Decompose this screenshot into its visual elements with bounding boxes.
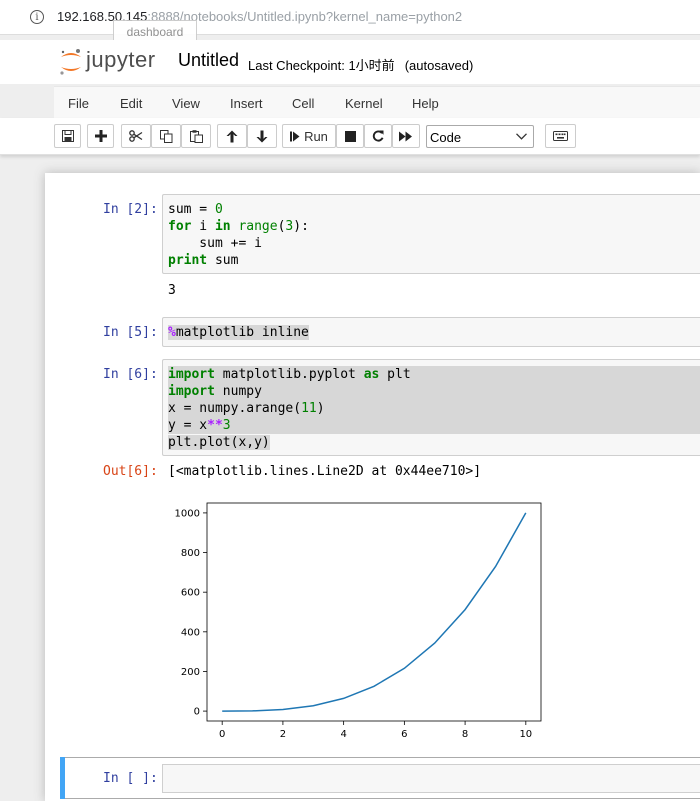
cell-3-out-prompt: Out[6]:	[103, 464, 158, 479]
code-keyword: as	[363, 367, 380, 382]
code-token: y = x	[168, 418, 208, 433]
code-token: plt	[379, 367, 411, 382]
autosave-status: (autosaved)	[404, 58, 474, 73]
cell-3-prompt: In [6]:	[103, 367, 158, 382]
fast-forward-icon	[399, 131, 412, 141]
menu-insert[interactable]: Insert	[230, 96, 263, 111]
restart-kernel-button[interactable]	[364, 124, 392, 148]
y-tick-label: 1000	[175, 508, 200, 519]
y-tick-label: 200	[181, 667, 200, 678]
code-token: i	[191, 219, 215, 234]
last-checkpoint: Last Checkpoint: 1小时前	[248, 58, 395, 73]
cell-2-code[interactable]: %matplotlib inline	[168, 324, 309, 341]
code-keyword: print	[168, 253, 208, 268]
move-up-button[interactable]	[217, 124, 247, 148]
code-token: x = numpy.arange(	[168, 401, 302, 416]
cell-4-selected-indicator	[60, 757, 65, 799]
interrupt-button[interactable]	[336, 124, 364, 148]
x-tick-label: 8	[462, 729, 468, 740]
y-tick-label: 400	[181, 627, 200, 638]
menu-cell[interactable]: Cell	[292, 96, 314, 111]
code-token: )	[316, 401, 325, 416]
menu-kernel[interactable]: Kernel	[345, 96, 383, 111]
cell-type-value: Code	[430, 130, 462, 145]
x-tick-label: 2	[280, 729, 286, 740]
code-operator: **	[207, 418, 223, 433]
cell-1-code[interactable]: sum = 0 for i in range(3): sum += i prin…	[168, 201, 309, 269]
stop-icon	[344, 130, 356, 142]
step-forward-icon	[290, 131, 300, 141]
keyboard-icon	[553, 131, 568, 141]
save-icon	[61, 130, 74, 142]
code-token: ):	[293, 219, 309, 234]
notebook-name[interactable]: Untitled	[178, 50, 239, 71]
paste-icon	[189, 129, 203, 143]
move-down-button[interactable]	[247, 124, 277, 148]
command-palette-button[interactable]	[545, 124, 576, 148]
chevron-down-icon	[516, 133, 527, 140]
code-token: sum += i	[168, 236, 262, 251]
menu-view[interactable]: View	[172, 96, 200, 111]
menu-file[interactable]: File	[68, 96, 89, 111]
y-tick-label: 0	[194, 707, 200, 718]
code-token: numpy	[214, 384, 262, 399]
x-tick-label: 10	[519, 729, 532, 740]
cell-3-output: [<matplotlib.lines.Line2D at 0x44ee710>]	[168, 464, 482, 479]
restart-icon	[372, 130, 384, 142]
paste-button[interactable]	[181, 124, 211, 148]
code-number: 11	[301, 401, 317, 416]
checkpoint-status: Last Checkpoint: 1小时前 (autosaved)	[248, 55, 473, 74]
code-magic: %	[168, 325, 176, 340]
x-tick-label: 4	[340, 729, 346, 740]
code-keyword: in	[214, 219, 231, 234]
code-keyword: import	[168, 384, 215, 399]
run-button[interactable]: Run	[282, 124, 336, 148]
cut-button[interactable]	[121, 124, 151, 148]
y-tick-label: 800	[181, 548, 200, 559]
code-number: 0	[214, 202, 223, 217]
info-icon[interactable]: i	[30, 10, 44, 24]
cell-2-prompt: In [5]:	[103, 325, 158, 340]
code-token: sum =	[168, 202, 215, 217]
jupyter-logo-icon[interactable]	[58, 47, 84, 77]
plot-area	[206, 502, 542, 722]
run-label: Run	[304, 128, 328, 144]
code-token: plt.plot(x,y)	[168, 435, 270, 450]
cell-4-prompt: In [ ]:	[103, 771, 158, 786]
copy-button[interactable]	[151, 124, 181, 148]
jupyter-logo-text[interactable]: jupyter	[86, 47, 156, 73]
code-token: matplotlib.pyplot	[214, 367, 364, 382]
cell-type-select[interactable]: Code	[426, 125, 534, 148]
line-chart: 0 2 4 6 8 10 0 200 400 600 800 1000	[175, 502, 542, 740]
menu-edit[interactable]: Edit	[120, 96, 142, 111]
y-tick-label: 600	[181, 588, 200, 599]
arrow-down-icon	[256, 130, 268, 142]
code-token: matplotlib inline	[175, 325, 309, 340]
plus-icon	[94, 130, 107, 142]
scissors-icon	[129, 130, 143, 142]
cell-1-output: 3	[168, 283, 176, 298]
code-keyword: import	[168, 367, 215, 382]
code-keyword: for	[168, 219, 192, 234]
restart-run-all-button[interactable]	[392, 124, 420, 148]
menu-help[interactable]: Help	[412, 96, 439, 111]
x-tick-label: 6	[401, 729, 407, 740]
menu-bar: File Edit View Insert Cell Kernel Help	[54, 86, 700, 119]
cell-4-input[interactable]	[162, 764, 700, 793]
code-number: 3	[222, 418, 231, 433]
save-button[interactable]	[54, 124, 81, 148]
address-bar[interactable]: i 192.168.50.145:8888/notebooks/Untitled…	[0, 0, 700, 35]
x-tick-label: 0	[219, 729, 225, 740]
arrow-up-icon	[226, 130, 238, 142]
code-token: sum	[207, 253, 239, 268]
insert-cell-button[interactable]	[87, 124, 114, 148]
cell-1-prompt: In [2]:	[103, 202, 158, 217]
code-builtin: range	[238, 219, 278, 234]
cell-3-code[interactable]: import matplotlib.pyplot as plt import n…	[168, 366, 411, 451]
copy-icon	[159, 129, 172, 143]
